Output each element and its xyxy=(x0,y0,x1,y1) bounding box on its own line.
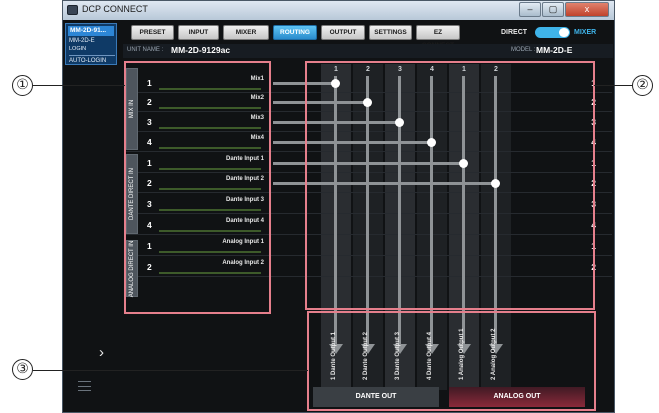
device-name[interactable]: MM-2D-91... xyxy=(68,26,114,36)
callout-box-outputs xyxy=(307,311,596,411)
mixer-mode-label: MIXER xyxy=(574,29,597,36)
tab-settings[interactable]: SETTINGS xyxy=(369,25,412,40)
device-model: MM-2D-E xyxy=(69,38,95,44)
tab-output[interactable]: OUTPUT xyxy=(321,25,365,40)
callout-box-inputs xyxy=(124,61,271,314)
maximize-button[interactable]: ▢ xyxy=(542,2,564,17)
auto-login-link[interactable]: AUTO-LOGIN xyxy=(69,58,106,64)
direct-mixer-toggle[interactable] xyxy=(535,27,570,38)
toggle-knob[interactable] xyxy=(559,28,569,37)
device-panel[interactable]: MM-2D-91... MM-2D-E LOGIN AUTO-LOGIN xyxy=(65,23,117,65)
callout-leader-1 xyxy=(33,85,125,86)
tab-mixer[interactable]: MIXER xyxy=(223,25,269,40)
callout-2: ② xyxy=(632,75,653,96)
tab-input[interactable]: INPUT xyxy=(178,25,219,40)
callout-leader-2 xyxy=(594,85,632,86)
direct-mode-label: DIRECT xyxy=(501,29,528,36)
callout-leader-3 xyxy=(33,370,308,371)
tab-preset[interactable]: PRESET xyxy=(131,25,174,40)
tab-routing[interactable]: ROUTING xyxy=(273,25,317,40)
close-button[interactable]: x xyxy=(565,2,609,17)
callout-box-matrix xyxy=(305,61,595,310)
minimize-button[interactable]: – xyxy=(519,2,541,17)
app-icon xyxy=(67,5,78,15)
divider xyxy=(69,55,115,56)
model-label: MODEL : xyxy=(511,47,536,53)
unit-info-bar: UNIT NAME : MM-2D-9129ac MODEL : MM-2D-E xyxy=(123,44,613,58)
unit-name: MM-2D-9129ac xyxy=(171,45,231,55)
callout-3: ③ xyxy=(12,359,33,380)
callout-1: ① xyxy=(12,75,33,96)
expand-chevron-icon[interactable]: › xyxy=(99,344,104,361)
window-title: DCP CONNECT xyxy=(82,4,148,14)
model-name: MM-2D-E xyxy=(536,45,573,55)
login-link[interactable]: LOGIN xyxy=(69,46,86,52)
tab-ez-connect[interactable]: EZ CONNECT xyxy=(416,25,460,49)
menu-icon[interactable] xyxy=(78,381,91,391)
unit-name-label: UNIT NAME : xyxy=(127,47,164,53)
title-bar: DCP CONNECT – ▢ x xyxy=(63,1,614,20)
